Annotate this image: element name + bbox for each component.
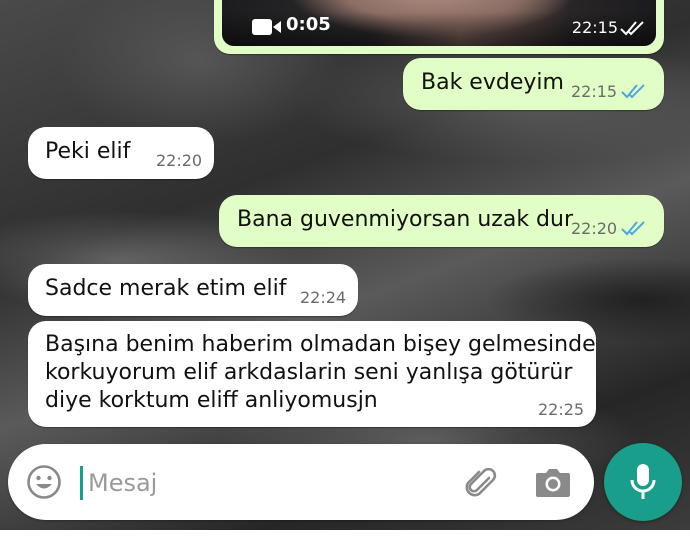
bottom-strip bbox=[0, 530, 690, 552]
message-text: Sadce merak etim elif bbox=[45, 276, 287, 301]
message-bubble-incoming[interactable]: Peki elif 22:20 bbox=[28, 127, 214, 179]
message-time: 22:20 bbox=[156, 151, 203, 170]
video-message-bubble[interactable]: 0:05 22:15 bbox=[214, 0, 664, 54]
attach-icon[interactable] bbox=[462, 464, 500, 502]
message-time: 22:24 bbox=[300, 288, 347, 307]
message-composer bbox=[8, 444, 594, 520]
message-bubble-outgoing[interactable]: Bak evdeyim 22:15 bbox=[403, 58, 664, 110]
camera-icon[interactable] bbox=[534, 464, 572, 500]
message-text: Peki elif bbox=[45, 139, 131, 164]
mic-icon bbox=[630, 464, 656, 499]
message-text: Bana guvenmiyorsan uzak dur bbox=[237, 207, 574, 232]
message-bubble-incoming[interactable]: Başına benim haberim olmadan bişey gelme… bbox=[28, 321, 596, 427]
emoji-icon[interactable] bbox=[26, 464, 62, 500]
message-time: 22:15 bbox=[571, 18, 618, 37]
message-time: 22:25 bbox=[538, 400, 585, 419]
message-input[interactable] bbox=[86, 462, 450, 504]
video-camera-icon bbox=[252, 19, 281, 35]
read-ticks-icon bbox=[620, 21, 644, 36]
message-text: Başına benim haberim olmadan bişey gelme… bbox=[45, 332, 596, 413]
message-bubble-outgoing[interactable]: Bana guvenmiyorsan uzak dur 22:20 bbox=[219, 195, 664, 247]
message-bubble-incoming[interactable]: Sadce merak etim elif 22:24 bbox=[28, 264, 358, 316]
text-caret bbox=[80, 466, 83, 500]
message-text: Bak evdeyim bbox=[421, 70, 564, 95]
message-time: 22:15 bbox=[571, 82, 618, 101]
video-duration: 0:05 bbox=[286, 14, 331, 35]
voice-record-button[interactable] bbox=[604, 443, 682, 521]
read-ticks-icon bbox=[621, 221, 645, 236]
read-ticks-icon bbox=[621, 84, 645, 99]
video-thumbnail[interactable]: 0:05 22:15 bbox=[222, 0, 656, 46]
message-time: 22:20 bbox=[571, 219, 618, 238]
